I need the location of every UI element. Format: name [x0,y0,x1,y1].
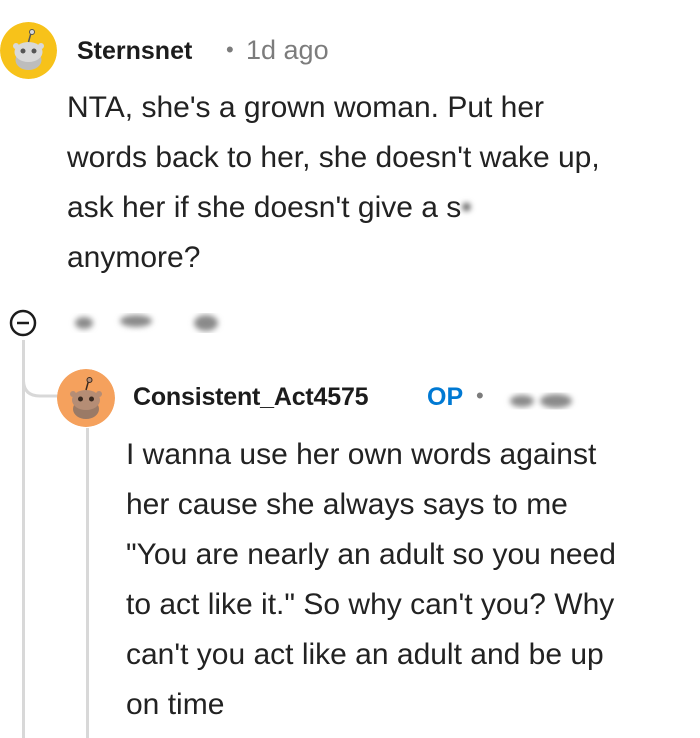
blurred-timestamp [510,394,572,408]
comment-line: I wanna use her own words against [126,438,597,471]
comment-line: anymore? [67,241,201,274]
avatar[interactable] [0,22,57,79]
comment-timestamp: 1d ago [246,35,329,65]
comment-line: can't you act like an adult and be up [126,638,604,671]
comment-line: on time [126,688,225,721]
comment-line: her cause she always says to me [126,488,568,521]
snoo-avatar-icon [57,369,115,427]
comment-line: NTA, she's a grown woman. Put her [67,91,545,124]
snoo-avatar-icon [0,22,57,79]
comment-body: I wanna use her own words against her ca… [126,430,616,730]
avatar[interactable] [57,369,115,427]
thread-line[interactable] [86,428,89,738]
collapse-minus-icon[interactable] [8,308,38,338]
comment-line: "You are nearly an adult so you need [126,538,616,571]
comment-line-text: ask her if she doesn't give a s [67,191,462,224]
blurred-action-icons[interactable] [66,303,226,343]
comment-line: words back to her, she doesn't wake up, [67,141,600,174]
thread-connector [22,340,62,398]
op-badge: OP [427,383,464,411]
meta-separator: • [476,383,484,408]
meta-separator: • [226,37,234,62]
censored-text: • [461,191,472,224]
comment-line: to act like it." So why can't you? Why [126,588,615,621]
comment-body: NTA, she's a grown woman. Put her words … [67,83,600,283]
comment-line: ask her if she doesn't give a s• [67,183,600,233]
comment-username[interactable]: Consistent_Act4575 [133,383,369,412]
comment-username[interactable]: Sternsnet [77,37,192,66]
